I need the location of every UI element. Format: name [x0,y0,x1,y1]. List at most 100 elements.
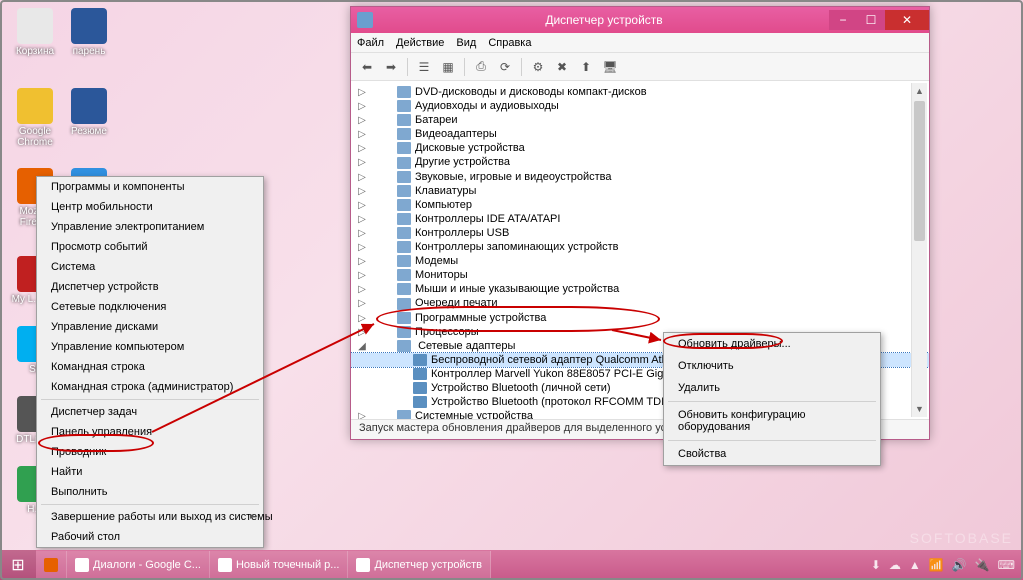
start-button[interactable]: ⊞ [0,550,36,580]
context-menu-item[interactable]: Отключить [664,355,880,377]
tree-node[interactable]: ▷Дисковые устройства [351,141,929,155]
expand-icon[interactable]: ▷ [357,242,367,253]
tray-icon[interactable]: ⌨ [998,558,1015,572]
toolbar-icon[interactable]: ⎙ [471,57,491,77]
toolbar-icon[interactable]: ✖ [552,57,572,77]
tree-node[interactable]: ▷Контроллеры IDE ATA/ATAPI [351,212,929,226]
menu-help[interactable]: Справка [488,37,531,49]
tree-node[interactable]: ▷Мыши и иные указывающие устройства [351,282,929,296]
expand-icon[interactable]: ▷ [357,87,367,98]
expand-icon[interactable]: ▷ [357,214,367,225]
start-menu-item[interactable]: Просмотр событий [37,237,263,257]
maximize-button[interactable]: ☐ [857,10,885,30]
toolbar-icon[interactable]: 🖥 [600,57,620,77]
tray-icon[interactable]: ☁ [889,558,901,572]
expand-icon[interactable]: ▷ [357,129,367,140]
expand-icon[interactable]: ▷ [357,270,367,281]
expand-icon[interactable]: ▷ [357,298,367,309]
scroll-down[interactable]: ▼ [912,401,927,417]
expand-icon[interactable]: ▷ [357,157,367,168]
tray-icon[interactable]: ⬇ [871,558,881,572]
toolbar-icon[interactable]: ⟳ [495,57,515,77]
tray-icon[interactable]: 🔊 [952,558,967,572]
start-menu-item[interactable]: Командная строка (администратор) [37,377,263,397]
expand-icon[interactable]: ▷ [357,186,367,197]
desktop-icon[interactable]: Google Chrome [10,88,60,148]
start-menu-item[interactable]: Программы и компоненты [37,177,263,197]
expand-icon[interactable]: ▷ [357,115,367,126]
start-menu-item[interactable]: Панель управления [37,422,263,442]
menu-action[interactable]: Действие [396,37,444,49]
tree-node[interactable]: ▷Клавиатуры [351,184,929,198]
start-menu-item[interactable]: Завершение работы или выход из системы [37,507,263,527]
tree-node[interactable]: ▷Контроллеры запоминающих устройств [351,240,929,254]
tray-icon[interactable]: 🔌 [975,558,990,572]
expand-icon[interactable]: ▷ [357,143,367,154]
scrollbar[interactable]: ▲ ▼ [911,83,927,417]
scroll-thumb[interactable] [914,101,925,241]
start-menu-item[interactable]: Выполнить [37,482,263,502]
context-menu-item[interactable]: Обновить драйверы... [664,333,880,355]
start-menu-item[interactable]: Управление дисками [37,317,263,337]
start-menu-item[interactable]: Центр мобильности [37,197,263,217]
tree-node[interactable]: ▷Контроллеры USB [351,226,929,240]
expand-icon[interactable]: ◢ [357,341,367,352]
close-button[interactable]: ✕ [885,10,929,30]
expand-icon[interactable]: ▷ [357,327,367,338]
minimize-button[interactable]: − [829,10,857,30]
tree-node[interactable]: ▷Аудиовходы и аудиовыходы [351,99,929,113]
start-menu-item[interactable]: Диспетчер устройств [37,277,263,297]
context-menu-item[interactable]: Свойства [664,443,880,465]
tree-node[interactable]: ▷Модемы [351,254,929,268]
taskbar-button[interactable]: Новый точечный р... [210,551,349,579]
expand-icon[interactable]: ▷ [357,101,367,112]
toolbar-icon[interactable]: ▦ [438,57,458,77]
taskbar-button[interactable]: Диалоги - Google C... [67,551,210,579]
tree-node[interactable]: ▷Другие устройства [351,155,929,169]
expand-icon[interactable]: ▷ [357,200,367,211]
menu-view[interactable]: Вид [456,37,476,49]
start-menu-item[interactable]: Диспетчер задач [37,402,263,422]
start-menu-item[interactable]: Командная строка [37,357,263,377]
start-menu-item[interactable]: Рабочий стол [37,527,263,547]
toolbar-icon[interactable]: ⬆ [576,57,596,77]
tree-node[interactable]: ▷Батареи [351,113,929,127]
expand-icon[interactable]: ▷ [357,411,367,419]
titlebar[interactable]: Диспетчер устройств − ☐ ✕ [351,7,929,33]
desktop-icon[interactable]: Резюме [64,88,114,137]
start-menu-item[interactable]: Система [37,257,263,277]
start-menu-item[interactable]: Найти [37,462,263,482]
expand-icon[interactable]: ▷ [357,284,367,295]
tree-node[interactable]: ▷Программные устройства [351,311,929,325]
desktop-icon[interactable]: парень [64,8,114,57]
taskbar-pinned[interactable] [36,551,67,579]
expand-icon[interactable]: ▷ [357,256,367,267]
start-menu-item[interactable]: Проводник [37,442,263,462]
toolbar-icon[interactable]: ☰ [414,57,434,77]
menu-file[interactable]: Файл [357,37,384,49]
taskbar-button[interactable]: Диспетчер устройств [348,551,491,579]
tree-label: Очереди печати [415,297,498,309]
expand-icon[interactable]: ▷ [357,313,367,324]
tree-node[interactable]: ▷Мониторы [351,268,929,282]
desktop-icon[interactable]: Корзина [10,8,60,57]
start-menu-item[interactable]: Сетевые подключения [37,297,263,317]
forward-button[interactable]: ➡ [381,57,401,77]
tree-node[interactable]: ▷Звуковые, игровые и видеоустройства [351,170,929,184]
scroll-up[interactable]: ▲ [912,83,927,99]
expand-icon[interactable]: ▷ [357,172,367,183]
back-button[interactable]: ⬅ [357,57,377,77]
tray-icon[interactable]: ▲ [909,558,921,572]
start-menu-item[interactable]: Управление компьютером [37,337,263,357]
tree-node[interactable]: ▷Видеоадаптеры [351,127,929,141]
tree-node[interactable]: ▷Компьютер [351,198,929,212]
system-tray[interactable]: ⬇ ☁ ▲ 📶 🔊 🔌 ⌨ [871,558,1023,572]
tree-node[interactable]: ▷ Очереди печати [351,296,929,310]
context-menu-item[interactable]: Обновить конфигурацию оборудования [664,404,880,438]
toolbar-icon[interactable]: ⚙ [528,57,548,77]
tree-node[interactable]: ▷DVD-дисководы и дисководы компакт-диско… [351,85,929,99]
context-menu-item[interactable]: Удалить [664,377,880,399]
tray-icon[interactable]: 📶 [929,558,944,572]
expand-icon[interactable]: ▷ [357,228,367,239]
start-menu-item[interactable]: Управление электропитанием [37,217,263,237]
